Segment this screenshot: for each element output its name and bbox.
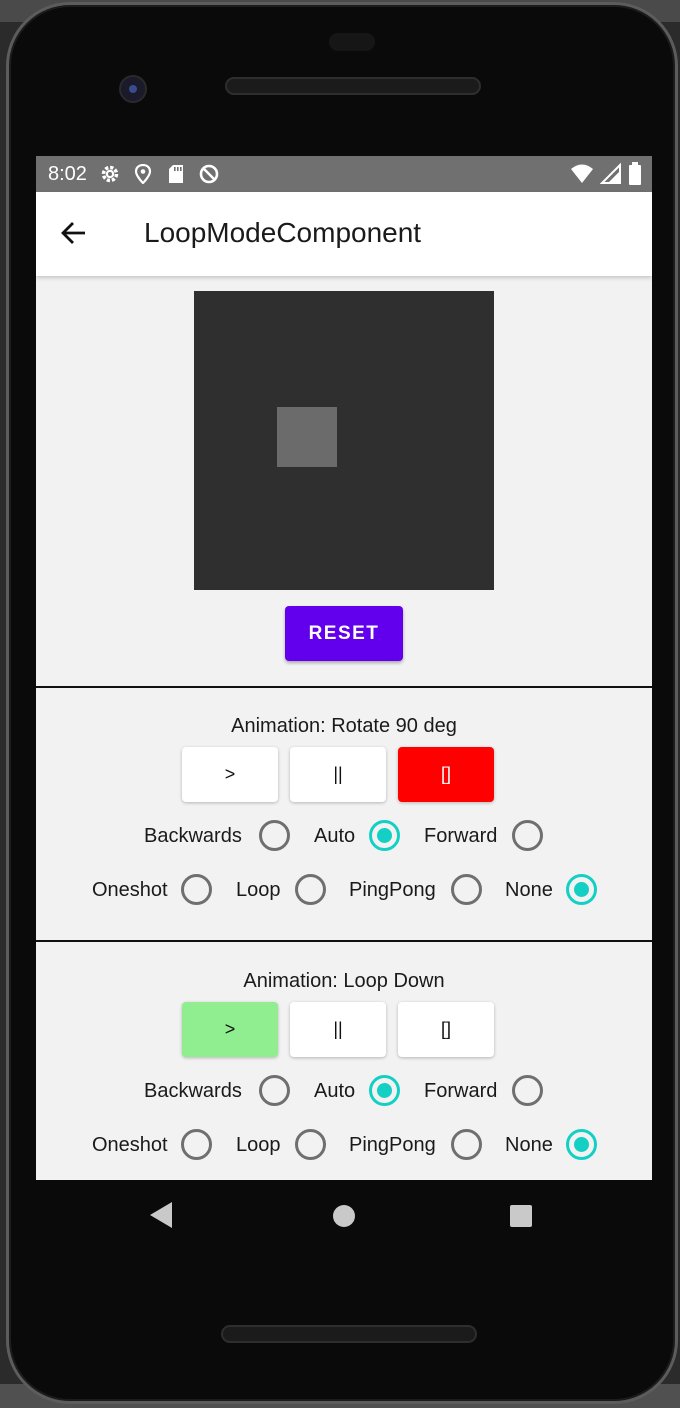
pause-button[interactable]: ||	[290, 747, 386, 802]
direction-label-auto: Auto	[314, 825, 356, 847]
loop-radio-loop[interactable]	[295, 1129, 326, 1160]
status-indicators	[570, 162, 642, 192]
loop-label-loop: Loop	[236, 879, 281, 901]
status-time: 8:02	[48, 162, 87, 185]
data-saver-icon	[198, 163, 220, 185]
loop-radio-oneshot[interactable]	[181, 874, 212, 905]
animation-preview	[194, 291, 494, 590]
section-divider	[36, 686, 652, 688]
direction-label-forward: Forward	[424, 825, 498, 847]
loop-radio-loop[interactable]	[295, 874, 326, 905]
direction-label-auto: Auto	[314, 1080, 356, 1102]
app-bar: LoopModeComponent	[36, 192, 652, 276]
status-bar: 8:02	[36, 156, 652, 192]
earpiece	[329, 33, 375, 51]
loop-label-pingpong: PingPong	[349, 1134, 436, 1156]
location-icon	[132, 163, 154, 185]
loop-radio-none[interactable]	[566, 1129, 597, 1160]
top-speaker-grille	[225, 77, 481, 95]
back-button[interactable]	[52, 212, 96, 256]
loop-label-oneshot: Oneshot	[92, 879, 168, 901]
page-title: LoopModeComponent	[144, 217, 422, 248]
stop-button[interactable]: []	[398, 747, 494, 802]
section-divider	[36, 940, 652, 942]
direction-radio-auto[interactable]	[369, 820, 400, 851]
device-screen: 8:02 LoopModeComponent RESET Animation: …	[36, 156, 652, 1180]
direction-radio-backwards[interactable]	[259, 1075, 290, 1106]
loop-radio-oneshot[interactable]	[181, 1129, 212, 1160]
play-button[interactable]: >	[182, 1002, 278, 1057]
battery-icon	[628, 162, 642, 192]
bottom-speaker-grille	[221, 1325, 477, 1343]
loop-label-loop: Loop	[236, 1134, 281, 1156]
loop-radio-pingpong[interactable]	[451, 874, 482, 905]
nav-back-icon[interactable]	[150, 1202, 172, 1228]
arrow-back-icon	[60, 219, 88, 250]
direction-label-backwards: Backwards	[144, 1080, 242, 1102]
nav-home-icon[interactable]	[333, 1205, 355, 1227]
gear-icon	[99, 163, 121, 185]
direction-label-forward: Forward	[424, 1080, 498, 1102]
stop-button[interactable]: []	[398, 1002, 494, 1057]
section-title: Animation: Rotate 90 deg	[231, 715, 457, 737]
loop-radio-none[interactable]	[566, 874, 597, 905]
direction-radio-auto[interactable]	[369, 1075, 400, 1106]
direction-label-backwards: Backwards	[144, 825, 242, 847]
section-title: Animation: Loop Down	[243, 970, 445, 992]
animated-square	[277, 407, 337, 467]
loop-label-pingpong: PingPong	[349, 879, 436, 901]
play-button[interactable]: >	[182, 747, 278, 802]
sd-card-icon	[165, 163, 187, 185]
wifi-icon	[570, 163, 594, 191]
signal-icon	[599, 162, 622, 191]
direction-radio-backwards[interactable]	[259, 820, 290, 851]
loop-radio-pingpong[interactable]	[451, 1129, 482, 1160]
loop-label-oneshot: Oneshot	[92, 1134, 168, 1156]
loop-label-none: None	[505, 1134, 553, 1156]
direction-radio-forward[interactable]	[512, 820, 543, 851]
nav-recent-icon[interactable]	[510, 1205, 532, 1227]
reset-button[interactable]: RESET	[285, 606, 403, 661]
direction-radio-forward[interactable]	[512, 1075, 543, 1106]
pause-button[interactable]: ||	[290, 1002, 386, 1057]
front-camera	[119, 75, 147, 103]
loop-label-none: None	[505, 879, 553, 901]
